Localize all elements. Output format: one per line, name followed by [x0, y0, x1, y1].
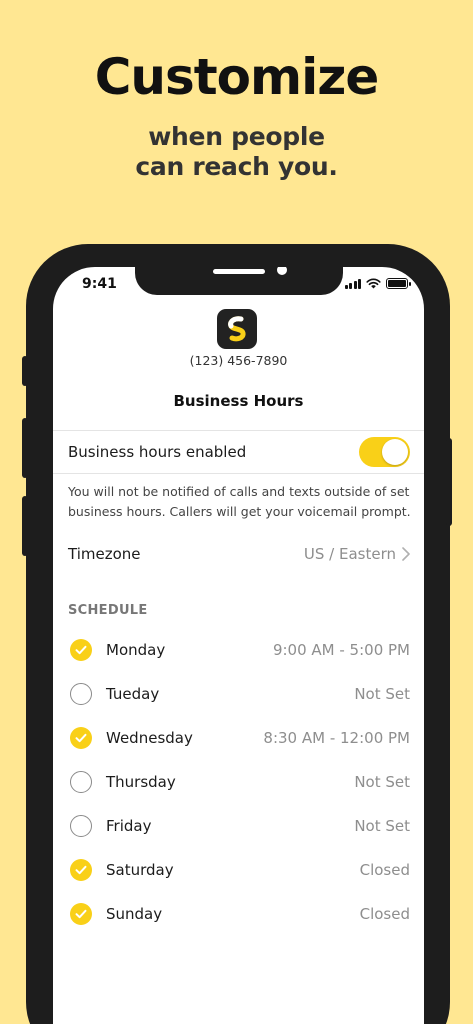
day-hours: 9:00 AM - 5:00 PM: [272, 641, 410, 659]
day-name: Monday: [106, 641, 166, 659]
signal-icon: [344, 278, 361, 289]
battery-icon: [386, 278, 411, 289]
business-hours-toggle[interactable]: [359, 437, 410, 467]
day-checkbox[interactable]: [70, 639, 92, 661]
day-name: Tueday: [106, 685, 160, 703]
speaker-icon: [213, 269, 265, 274]
checkmark-icon: [75, 645, 87, 655]
day-checkbox[interactable]: [70, 903, 92, 925]
schedule-row-sunday[interactable]: Sunday Closed: [53, 892, 424, 936]
toggle-knob: [382, 439, 408, 465]
timezone-label: Timezone: [68, 545, 141, 563]
timezone-value: US / Eastern: [303, 545, 396, 563]
day-hours: Not Set: [354, 817, 410, 835]
checkmark-icon: [75, 733, 87, 743]
wifi-icon: [366, 278, 381, 289]
day-checkbox[interactable]: [70, 727, 92, 749]
subheadline-line-2: can reach you.: [135, 152, 338, 181]
notch: [135, 267, 343, 295]
day-hours: 8:30 AM - 12:00 PM: [263, 729, 410, 747]
day-name: Saturday: [106, 861, 174, 879]
day-hours: Closed: [359, 861, 410, 879]
business-hours-toggle-row: Business hours enabled: [53, 430, 424, 474]
subheadline-line-1: when people: [148, 122, 325, 151]
day-checkbox[interactable]: [70, 859, 92, 881]
phone-side-button-volume-down: [22, 496, 28, 556]
day-checkbox[interactable]: [70, 815, 92, 837]
day-name: Friday: [106, 817, 152, 835]
schedule-row-friday[interactable]: Friday Not Set: [53, 804, 424, 848]
phone-screen: 9:41 (123) 456-7890 Business Hours Busin…: [53, 267, 424, 1024]
phone-number: (123) 456-7890: [189, 353, 288, 368]
timezone-row[interactable]: Timezone US / Eastern: [68, 542, 410, 566]
status-time: 9:41: [82, 276, 117, 292]
day-name: Thursday: [106, 773, 176, 791]
schedule-list: Monday 9:00 AM - 5:00 PM Tueday Not Set …: [53, 628, 424, 936]
day-name: Wednesday: [106, 729, 193, 747]
business-hours-label: Business hours enabled: [68, 443, 247, 461]
checkmark-icon: [75, 865, 87, 875]
schedule-row-saturday[interactable]: Saturday Closed: [53, 848, 424, 892]
day-name: Sunday: [106, 905, 163, 923]
day-hours: Not Set: [354, 685, 410, 703]
chevron-right-icon: [402, 547, 410, 561]
phone-side-button-power: [446, 438, 452, 526]
schedule-row-tuesday[interactable]: Tueday Not Set: [53, 672, 424, 716]
subheadline: when people can reach you.: [0, 122, 473, 182]
business-hours-notice: You will not be notified of calls and te…: [68, 484, 411, 519]
page-title: Business Hours: [173, 392, 304, 410]
day-hours: Not Set: [354, 773, 410, 791]
phone-side-button-mute: [22, 356, 28, 386]
schedule-row-monday[interactable]: Monday 9:00 AM - 5:00 PM: [53, 628, 424, 672]
day-checkbox[interactable]: [70, 771, 92, 793]
day-checkbox[interactable]: [70, 683, 92, 705]
timezone-value-group: US / Eastern: [304, 545, 410, 563]
phone-side-button-volume-up: [22, 418, 28, 478]
app-logo-icon: [217, 309, 257, 349]
schedule-row-thursday[interactable]: Thursday Not Set: [53, 760, 424, 804]
schedule-header: SCHEDULE: [68, 603, 148, 618]
headline: Customize: [94, 48, 380, 106]
day-hours: Closed: [359, 905, 410, 923]
checkmark-icon: [75, 909, 87, 919]
camera-icon: [277, 267, 287, 275]
schedule-row-wednesday[interactable]: Wednesday 8:30 AM - 12:00 PM: [53, 716, 424, 760]
status-icons: [344, 278, 411, 289]
